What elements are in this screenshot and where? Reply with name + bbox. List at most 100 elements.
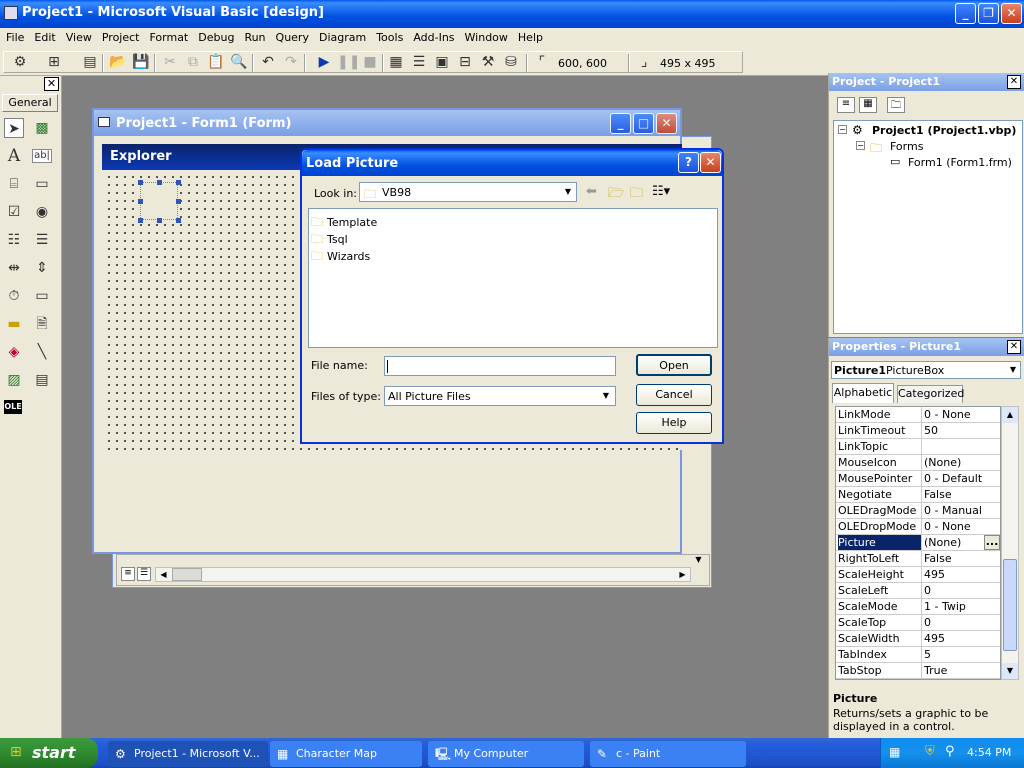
property-row[interactable]: ScaleHeight 495 (836, 567, 1000, 583)
file-list[interactable]: 🗀 Template 🗀 Tsql 🗀 Wizards (308, 208, 718, 348)
frame-tool-icon[interactable]: ⌸ (4, 174, 24, 194)
menu-editor-icon[interactable]: ▤ (80, 52, 100, 72)
property-value[interactable]: 0 - Manual (924, 503, 1000, 518)
menu-debug[interactable]: Debug (198, 31, 234, 44)
folder-item[interactable]: 🗀 Tsql (311, 230, 377, 247)
toolbox-icon[interactable]: ⚒ (478, 52, 498, 72)
menu-format[interactable]: Format (149, 31, 188, 44)
menu-run[interactable]: Run (244, 31, 265, 44)
property-value[interactable]: 0 (924, 583, 1000, 598)
cut-icon[interactable]: ✂ (160, 52, 180, 72)
keyboard-icon[interactable]: ▦ (889, 745, 900, 759)
property-value[interactable]: 0 - None (924, 519, 1000, 534)
property-row[interactable]: Picture (None)... (836, 535, 1000, 551)
property-row[interactable]: MousePointer 0 - Default (836, 471, 1000, 487)
scroll-right-icon[interactable]: ▶ (675, 568, 690, 581)
security-shield-icon[interactable]: ⛨ (925, 744, 935, 759)
property-value[interactable]: 5 (924, 647, 1000, 662)
open-button[interactable]: Open (636, 354, 712, 376)
listbox-tool-icon[interactable]: ☰ (32, 230, 52, 250)
menu-project[interactable]: Project (102, 31, 140, 44)
form-minimize-button[interactable]: _ (610, 113, 631, 134)
tab-alphabetic[interactable]: Alphabetic (832, 383, 894, 403)
new-folder-icon[interactable]: 🗀 (630, 184, 643, 206)
project-explorer-icon[interactable]: ▦ (386, 52, 406, 72)
tree-project-root[interactable]: Project1 (Project1.vbp) (872, 124, 1016, 137)
add-project-icon[interactable]: ⚙ (10, 52, 30, 72)
view-code-icon[interactable]: ≡ (837, 97, 855, 113)
restore-button[interactable]: ❐ (978, 3, 999, 24)
property-row[interactable]: LinkMode 0 - None (836, 407, 1000, 423)
textbox-tool-icon[interactable]: ab| (32, 149, 52, 163)
ellipsis-button[interactable]: ... (984, 535, 1000, 550)
dialog-help-button[interactable]: ? (678, 152, 699, 173)
full-module-view-icon[interactable]: ☰ (137, 567, 151, 581)
project-panel-close-icon[interactable]: ✕ (1007, 75, 1021, 89)
property-value[interactable]: 0 - None (924, 407, 1000, 422)
optionbutton-tool-icon[interactable]: ◉ (32, 202, 52, 222)
folder-item[interactable]: 🗀 Template (311, 213, 377, 230)
image-tool-icon[interactable]: ▨ (4, 370, 24, 390)
minimize-button[interactable]: _ (955, 3, 976, 24)
property-row[interactable]: LinkTimeout 50 (836, 423, 1000, 439)
stop-icon[interactable]: ■ (360, 52, 380, 72)
chevron-down-icon[interactable]: ▼ (598, 388, 614, 404)
properties-window-icon[interactable]: ☰ (409, 52, 429, 72)
chevron-down-icon[interactable]: ▼ (560, 184, 576, 200)
line-tool-icon[interactable]: ╲ (32, 342, 52, 362)
menu-edit[interactable]: Edit (34, 31, 55, 44)
look-in-combo[interactable]: 🗀 VB98 ▼ (359, 182, 577, 202)
cancel-button[interactable]: Cancel (636, 384, 712, 406)
property-row[interactable]: ScaleMode 1 - Twip (836, 599, 1000, 615)
properties-close-icon[interactable]: ✕ (1007, 340, 1021, 354)
property-value[interactable]: 495 (924, 631, 1000, 646)
picture1-control[interactable] (138, 180, 181, 223)
undo-icon[interactable]: ↶ (258, 52, 278, 72)
filelistbox-tool-icon[interactable]: 🗎 (32, 314, 52, 334)
vscrollbar-tool-icon[interactable]: ⇕ (32, 258, 52, 278)
menu-view[interactable]: View (66, 31, 92, 44)
open-project-icon[interactable]: 📂 (108, 52, 128, 72)
toggle-folders-icon[interactable]: 🗀 (887, 97, 905, 113)
taskbar-item[interactable]: ⚙ Project1 - Microsoft V... (108, 741, 268, 767)
paste-icon[interactable]: 📋 (206, 52, 226, 72)
form-maximize-button[interactable]: □ (633, 113, 654, 134)
data-tool-icon[interactable]: ▤ (32, 370, 52, 390)
horizontal-scrollbar[interactable]: ◀ ▶ (155, 567, 691, 582)
toolbox-tab-general[interactable]: General (2, 94, 58, 112)
taskbar-item[interactable]: 🖳 My Computer (428, 741, 584, 767)
property-vscrollbar[interactable]: ▲ ▼ (1001, 406, 1019, 680)
property-row[interactable]: TabStop True (836, 663, 1000, 679)
combobox-tool-icon[interactable]: ☷ (4, 230, 24, 250)
property-row[interactable]: ScaleWidth 495 (836, 631, 1000, 647)
property-row[interactable]: OLEDropMode 0 - None (836, 519, 1000, 535)
view-object-icon[interactable]: ▦ (859, 97, 877, 113)
menu-diagram[interactable]: Diagram (319, 31, 366, 44)
tree-forms-folder[interactable]: Forms (890, 140, 923, 153)
up-folder-icon[interactable]: 🗁 (608, 184, 624, 206)
scroll-thumb[interactable] (172, 568, 202, 581)
object-browser-icon[interactable]: ⊟ (455, 52, 475, 72)
menu-window[interactable]: Window (465, 31, 508, 44)
taskbar-item[interactable]: ▦ Character Map (270, 741, 422, 767)
property-row[interactable]: ScaleTop 0 (836, 615, 1000, 631)
scroll-left-icon[interactable]: ◀ (156, 568, 171, 581)
property-value[interactable]: False (924, 487, 1000, 502)
tree-collapse-icon[interactable]: − (856, 141, 865, 150)
property-row[interactable]: ScaleLeft 0 (836, 583, 1000, 599)
file-name-input[interactable] (384, 356, 616, 376)
checkbox-tool-icon[interactable]: ☑ (4, 202, 24, 222)
property-row[interactable]: TabIndex 5 (836, 647, 1000, 663)
property-row[interactable]: LinkTopic (836, 439, 1000, 455)
toolbox-close-icon[interactable]: ✕ (44, 77, 59, 91)
start-button[interactable]: ⊞ start (0, 738, 98, 768)
property-row[interactable]: OLEDragMode 0 - Manual (836, 503, 1000, 519)
taskbar-item[interactable]: ✎ c - Paint (590, 741, 746, 767)
property-value[interactable]: (None) (924, 455, 1000, 470)
help-button[interactable]: Help (636, 412, 712, 434)
network-icon[interactable]: ⚲ (945, 744, 955, 759)
add-form-icon[interactable]: ⊞ (44, 52, 64, 72)
start-run-icon[interactable]: ▶ (314, 52, 334, 72)
label-tool-icon[interactable]: A (4, 146, 24, 166)
property-value[interactable]: 0 (924, 615, 1000, 630)
